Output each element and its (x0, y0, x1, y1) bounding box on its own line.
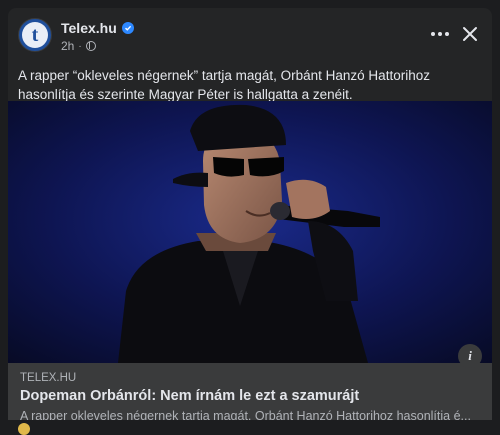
link-title[interactable]: Dopeman Orbánról: Nem írnám le ezt a sza… (20, 388, 359, 404)
info-icon: i (468, 348, 472, 363)
more-icon-dot (445, 32, 449, 36)
page-name-label[interactable]: Telex.hu (61, 20, 117, 36)
more-options-button[interactable] (428, 22, 452, 46)
post-text: A rapper “okleveles négernek” tartja mag… (18, 68, 430, 102)
bottom-bar (0, 420, 500, 428)
link-preview[interactable]: TELEX.HU Dopeman Orbánról: Nem írnám le … (8, 363, 492, 428)
more-icon (431, 32, 435, 36)
meta-separator: · (78, 40, 82, 52)
telex-logo: t (22, 22, 48, 48)
more-icon-dot (438, 32, 442, 36)
link-domain: TELEX.HU (20, 372, 77, 384)
page-name[interactable]: Telex.hu (61, 20, 134, 36)
post-header: t Telex.hu 2h · (8, 8, 492, 60)
post-card: t Telex.hu 2h · A rapper “okleveles nége… (8, 8, 492, 428)
close-button[interactable] (458, 22, 482, 46)
close-icon (463, 27, 477, 41)
rapper-photo (8, 101, 492, 363)
post-time[interactable]: 2h (61, 39, 74, 53)
globe-icon (85, 41, 96, 51)
page-avatar[interactable]: t (18, 18, 52, 52)
reaction-emoji-icon (18, 423, 30, 435)
verified-badge-icon (121, 22, 134, 34)
post-meta: 2h · (61, 39, 96, 53)
info-button[interactable]: i (458, 344, 482, 368)
post-image[interactable] (8, 101, 492, 363)
